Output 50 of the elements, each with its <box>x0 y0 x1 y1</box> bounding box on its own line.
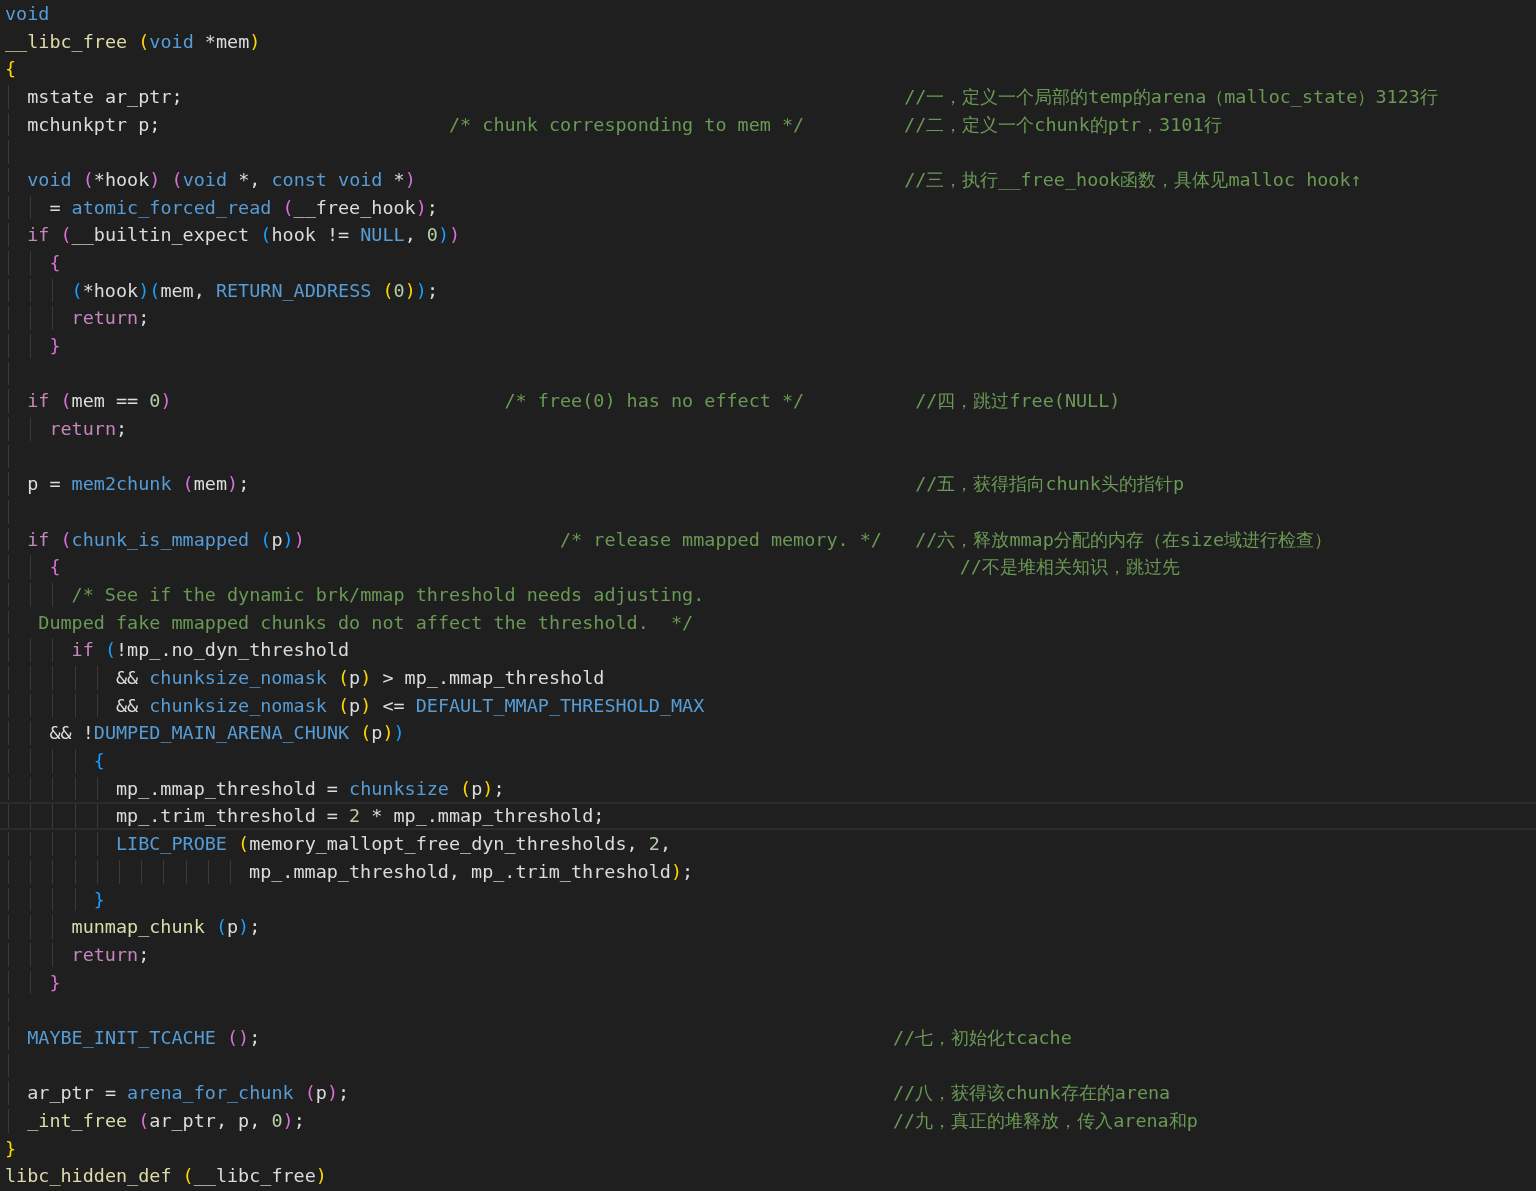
annotation-comment: //六，释放mmap分配的内存（在size域进行检查） <box>915 527 1333 552</box>
code-line: _int_free (ar_ptr, p, 0); <box>27 1108 305 1133</box>
annotation-comment: //四，跳过free(NULL) <box>915 389 1121 414</box>
annotation-comment: //三，执行__free_hook函数，具体见malloc hook↑ <box>904 168 1362 192</box>
code-line: } <box>49 970 61 995</box>
code-line: MAYBE_INIT_TCACHE (); <box>27 1025 261 1050</box>
code-line: void (*hook) (void *, const void *) <box>27 168 416 192</box>
code-line: if (__builtin_expect (hook != NULL, 0)) <box>27 223 461 248</box>
code-line: if (!mp_.no_dyn_threshold <box>71 638 350 663</box>
code-line: /* See if the dynamic brk/mmap threshold needs adjusting. <box>71 583 705 607</box>
code-line: } <box>5 1136 17 1161</box>
annotation-comment: //一，定义一个局部的temp的arena（malloc_state）3123行 <box>904 85 1438 109</box>
code-line: mchunkptr p; <box>27 112 161 137</box>
code-comment: /* free(0) has no effect */ <box>504 390 805 412</box>
annotation-comment: //七，初始化tcache <box>893 1025 1072 1050</box>
code-line: libc_hidden_def (__libc_free) <box>5 1164 327 1188</box>
code-line: mp_.mmap_threshold = chunksize (p); <box>115 776 505 801</box>
annotation-comment: //五，获得指向chunk头的指针p <box>915 472 1185 497</box>
code-line: { <box>5 57 17 81</box>
code-line: && !DUMPED_MAIN_ARENA_CHUNK (p)) <box>49 721 405 746</box>
code-line: LIBC_PROBE (memory_mallopt_free_dyn_thresholds, 2, <box>115 832 671 856</box>
code-line: (*hook)(mem, RETURN_ADDRESS (0)); <box>71 278 438 303</box>
annotation-comment: //不是堆相关知识，跳过先 <box>959 555 1180 580</box>
code-line: } <box>49 334 61 358</box>
code-line: } <box>93 887 105 912</box>
code-line: return; <box>71 306 150 331</box>
code-line: Dumped fake mmapped chunks do not affect the threshold. */ <box>38 610 694 635</box>
code-comment: /* release mmapped memory. */ <box>560 528 882 550</box>
code-line: if (chunk_is_mmapped (p)) <box>27 527 305 552</box>
annotation-comment: //九，真正的堆释放，传入arena和p <box>893 1108 1198 1133</box>
code-line: { <box>49 555 61 580</box>
code-line: __libc_free (void *mem) <box>5 29 261 54</box>
code-line: munmap_chunk (p); <box>71 915 261 939</box>
code-line: { <box>49 251 61 275</box>
code-line: p = mem2chunk (mem); <box>27 472 250 497</box>
code-line: mp_.mmap_threshold, mp_.trim_threshold); <box>249 859 694 884</box>
annotation-comment: //二，定义一个chunk的ptr，3101行 <box>904 112 1222 137</box>
code-comment: /* chunk corresponding to mem */ <box>449 113 805 135</box>
code-line: void <box>5 2 50 26</box>
annotation-comment: //八，获得该chunk存在的arena <box>893 1081 1171 1105</box>
code-line: && chunksize_nomask (p) <= DEFAULT_MMAP_THRESHOLD_MAX <box>115 693 705 718</box>
code-line: ar_ptr = arena_for_chunk (p); <box>27 1081 350 1105</box>
code-line: mstate ar_ptr; <box>27 85 183 109</box>
code-line: mp_.trim_threshold = 2 * mp_.mmap_threshold; <box>115 804 605 829</box>
code-line: return; <box>71 942 150 967</box>
code-line: if (mem == 0) <box>27 389 172 414</box>
code-line: return; <box>49 417 128 441</box>
code-line: && chunksize_nomask (p) > mp_.mmap_threshold <box>115 666 605 690</box>
code-line: { <box>93 749 105 773</box>
code-line: = atomic_forced_read (__free_hook); <box>49 195 438 220</box>
